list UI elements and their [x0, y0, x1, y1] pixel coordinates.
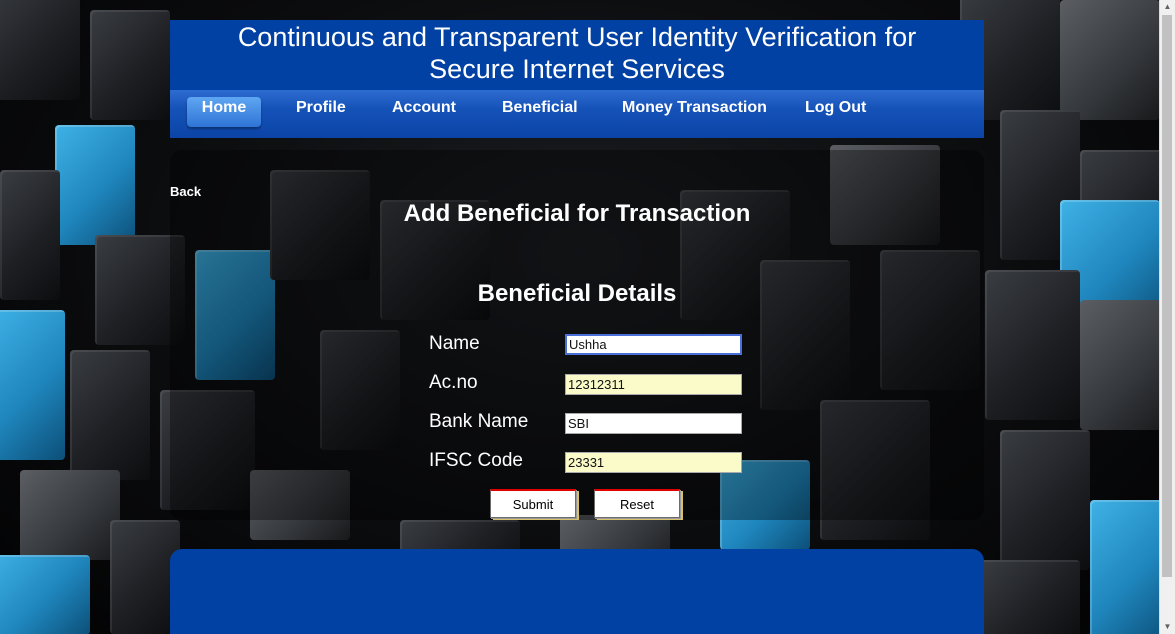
site-footer: [170, 549, 984, 634]
main-navigation: Home Profile Account Beneficial Money Tr…: [170, 90, 984, 138]
site-header: Continuous and Transparent User Identity…: [170, 20, 984, 138]
ifsc-code-input[interactable]: [565, 452, 742, 473]
reset-button[interactable]: Reset: [594, 489, 680, 518]
nav-log-out[interactable]: Log Out: [805, 99, 866, 117]
ifsc-code-label: IFSC Code: [429, 450, 523, 471]
site-title-line-2: Secure Internet Services: [429, 54, 725, 84]
account-number-input[interactable]: [565, 374, 742, 395]
nav-beneficial[interactable]: Beneficial: [502, 99, 578, 117]
account-number-label: Ac.no: [429, 372, 478, 393]
nav-money-transaction[interactable]: Money Transaction: [622, 99, 767, 117]
name-input[interactable]: [565, 334, 742, 355]
site-title-line-1: Continuous and Transparent User Identity…: [237, 22, 917, 52]
vertical-scrollbar[interactable]: ▲ ▼: [1159, 0, 1175, 634]
name-label: Name: [429, 333, 480, 354]
nav-home[interactable]: Home: [187, 97, 261, 127]
bank-name-input[interactable]: [565, 413, 742, 434]
back-link[interactable]: Back: [170, 184, 201, 199]
section-title: Beneficial Details: [477, 280, 677, 307]
scrollbar-thumb[interactable]: [1162, 15, 1172, 577]
scroll-down-arrow-icon[interactable]: ▼: [1160, 620, 1175, 634]
nav-account[interactable]: Account: [392, 99, 456, 117]
scroll-up-arrow-icon[interactable]: ▲: [1160, 0, 1175, 14]
nav-profile[interactable]: Profile: [296, 99, 346, 117]
page-title: Add Beneficial for Transaction: [403, 200, 751, 227]
bank-name-label: Bank Name: [429, 411, 529, 432]
site-title: Continuous and Transparent User Identity…: [170, 20, 984, 91]
submit-button[interactable]: Submit: [490, 489, 576, 518]
